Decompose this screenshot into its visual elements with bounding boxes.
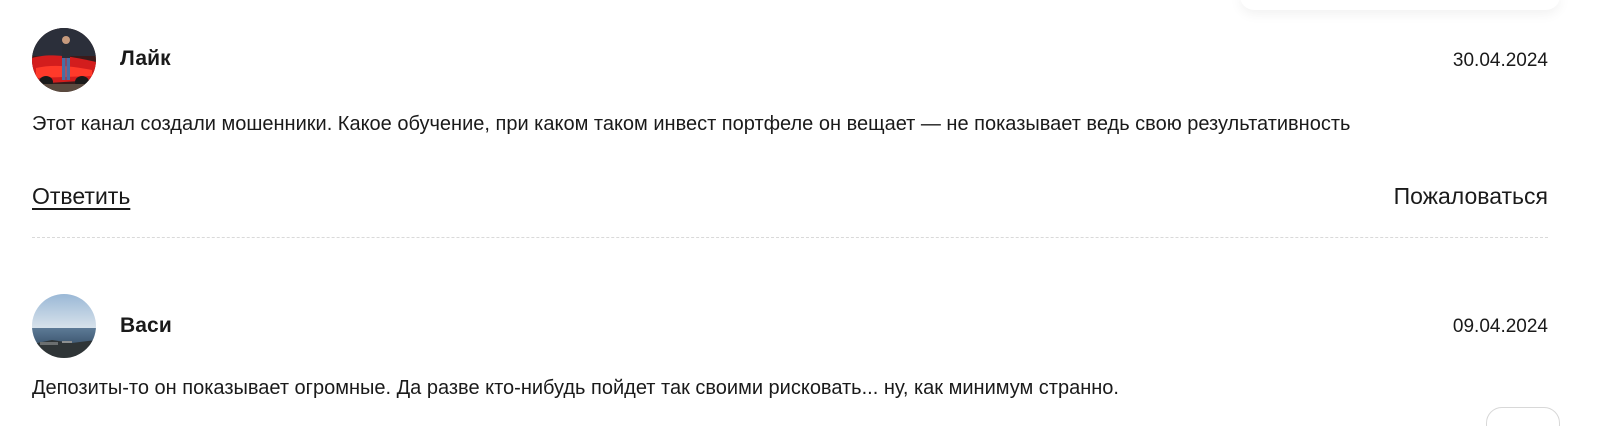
header-shadow [1240, 0, 1560, 10]
report-link[interactable]: Пожаловаться [1394, 183, 1548, 210]
comment-divider [32, 237, 1548, 238]
comment-author: Лайк [120, 47, 171, 70]
avatar-image [32, 28, 96, 92]
comment-actions: Ответить Пожаловаться [32, 183, 1548, 215]
comment-date: 09.04.2024 [1452, 316, 1548, 337]
comment-author: Васи [120, 314, 172, 337]
avatar-image [32, 294, 96, 358]
comments-page: Лайк 30.04.2024 Этот канал создали мошен… [0, 0, 1600, 426]
avatar[interactable] [32, 28, 96, 92]
comment-date: 30.04.2024 [1452, 50, 1548, 71]
partial-button[interactable] [1486, 407, 1560, 426]
comment-text: Депозиты-то он показывает огромные. Да р… [32, 377, 1119, 399]
comment-text: Этот канал создали мошенники. Какое обуч… [32, 113, 1351, 135]
avatar[interactable] [32, 294, 96, 358]
reply-link[interactable]: Ответить [32, 183, 130, 210]
